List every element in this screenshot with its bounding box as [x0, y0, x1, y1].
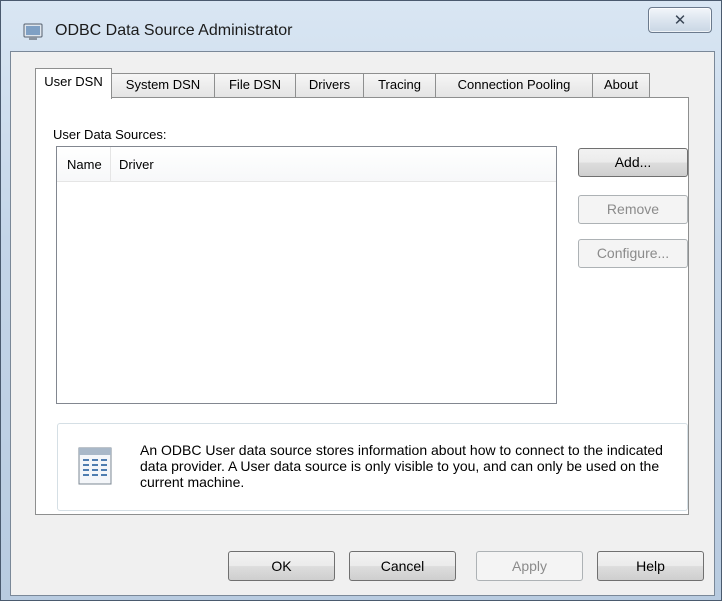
tab-drivers[interactable]: Drivers [295, 73, 364, 97]
close-button[interactable]: ✕ [648, 7, 712, 33]
tab-connection-pooling[interactable]: Connection Pooling [435, 73, 593, 97]
data-source-info-icon [76, 442, 116, 488]
configure-button[interactable]: Configure... [578, 239, 688, 268]
odbc-app-icon [23, 23, 43, 41]
column-header-driver[interactable]: Driver [111, 157, 154, 172]
column-header-name[interactable]: Name [57, 147, 111, 181]
close-icon: ✕ [673, 11, 687, 29]
tab-about[interactable]: About [592, 73, 650, 97]
info-box: An ODBC User data source stores informat… [57, 423, 688, 511]
user-data-sources-label: User Data Sources: [53, 127, 167, 142]
window-title: ODBC Data Source Administrator [55, 22, 293, 39]
add-button[interactable]: Add... [578, 148, 688, 177]
ok-button[interactable]: OK [228, 551, 335, 581]
cancel-button[interactable]: Cancel [349, 551, 456, 581]
apply-button[interactable]: Apply [476, 551, 583, 581]
tab-tracing[interactable]: Tracing [363, 73, 436, 97]
tab-user-dsn[interactable]: User DSN [35, 68, 112, 99]
tab-system-dsn[interactable]: System DSN [111, 73, 215, 97]
user-dsn-panel: User Data Sources: Name Driver Add... Re… [35, 97, 689, 515]
odbc-admin-window: ODBC Data Source Administrator ✕ User DS… [0, 0, 722, 601]
tab-file-dsn[interactable]: File DSN [214, 73, 296, 97]
help-button[interactable]: Help [597, 551, 704, 581]
dialog-client-area: User DSN System DSN File DSN Drivers Tra… [10, 51, 715, 596]
info-description: An ODBC User data source stores informat… [140, 442, 663, 490]
list-header: Name Driver [57, 147, 556, 182]
title-bar[interactable]: ODBC Data Source Administrator ✕ [1, 1, 721, 43]
data-sources-list[interactable]: Name Driver [56, 146, 557, 404]
remove-button[interactable]: Remove [578, 195, 688, 224]
